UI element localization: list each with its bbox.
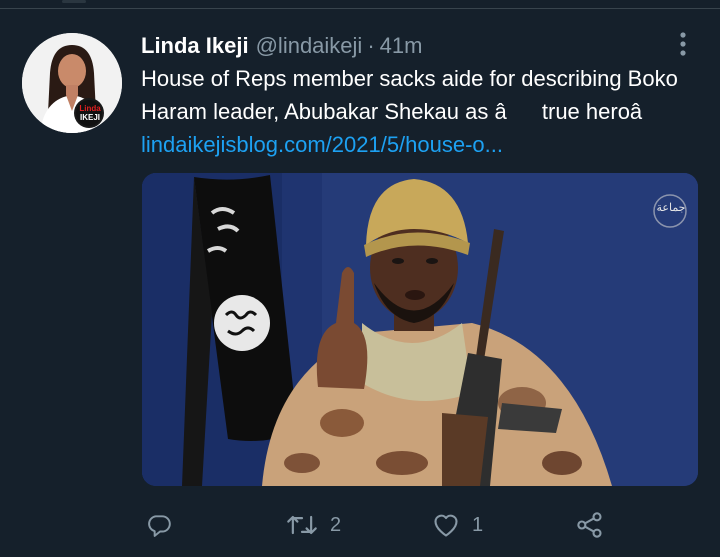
like-count: 1 <box>472 513 484 536</box>
retweet-icon <box>287 515 317 535</box>
avatar-logo-text: IKEJI <box>79 113 100 122</box>
like-button[interactable]: 1 <box>432 505 483 545</box>
like-icon <box>434 514 458 537</box>
previous-item-edge <box>62 0 86 3</box>
share-button[interactable] <box>576 505 604 545</box>
tweet-media[interactable]: ﺟﻤﺎﻋﺔ <box>142 173 698 486</box>
reply-icon <box>148 515 171 537</box>
tweet-actions: 2 1 <box>0 505 720 545</box>
timestamp[interactable]: 41m <box>380 33 423 59</box>
separator: · <box>367 33 375 58</box>
divider <box>0 8 720 9</box>
author-handle[interactable]: @lindaikeji <box>256 33 363 59</box>
retweet-button[interactable]: 2 <box>286 505 341 545</box>
media-image <box>142 173 698 486</box>
share-icon <box>577 512 602 538</box>
retweet-count: 2 <box>330 513 342 536</box>
avatar-logo: Linda IKEJI <box>76 104 104 122</box>
tweet-link[interactable]: lindaikejisblog.com/2021/5/house-o... <box>141 132 503 157</box>
media-watermark: ﺟﻤﺎﻋﺔ <box>656 202 686 214</box>
avatar-image <box>22 33 122 133</box>
avatar[interactable]: Linda IKEJI <box>22 33 122 133</box>
more-button[interactable] <box>674 31 692 57</box>
tweet-header: Linda Ikeji @lindaikeji · 41m <box>141 30 422 62</box>
more-icon <box>680 32 686 56</box>
reply-button[interactable] <box>146 505 184 545</box>
tweet-body: House of Reps member sacks aide for desc… <box>141 66 678 124</box>
author-name[interactable]: Linda Ikeji <box>141 33 249 59</box>
avatar-logo-text: Linda <box>79 104 101 113</box>
tweet-text: House of Reps member sacks aide for desc… <box>141 62 709 161</box>
